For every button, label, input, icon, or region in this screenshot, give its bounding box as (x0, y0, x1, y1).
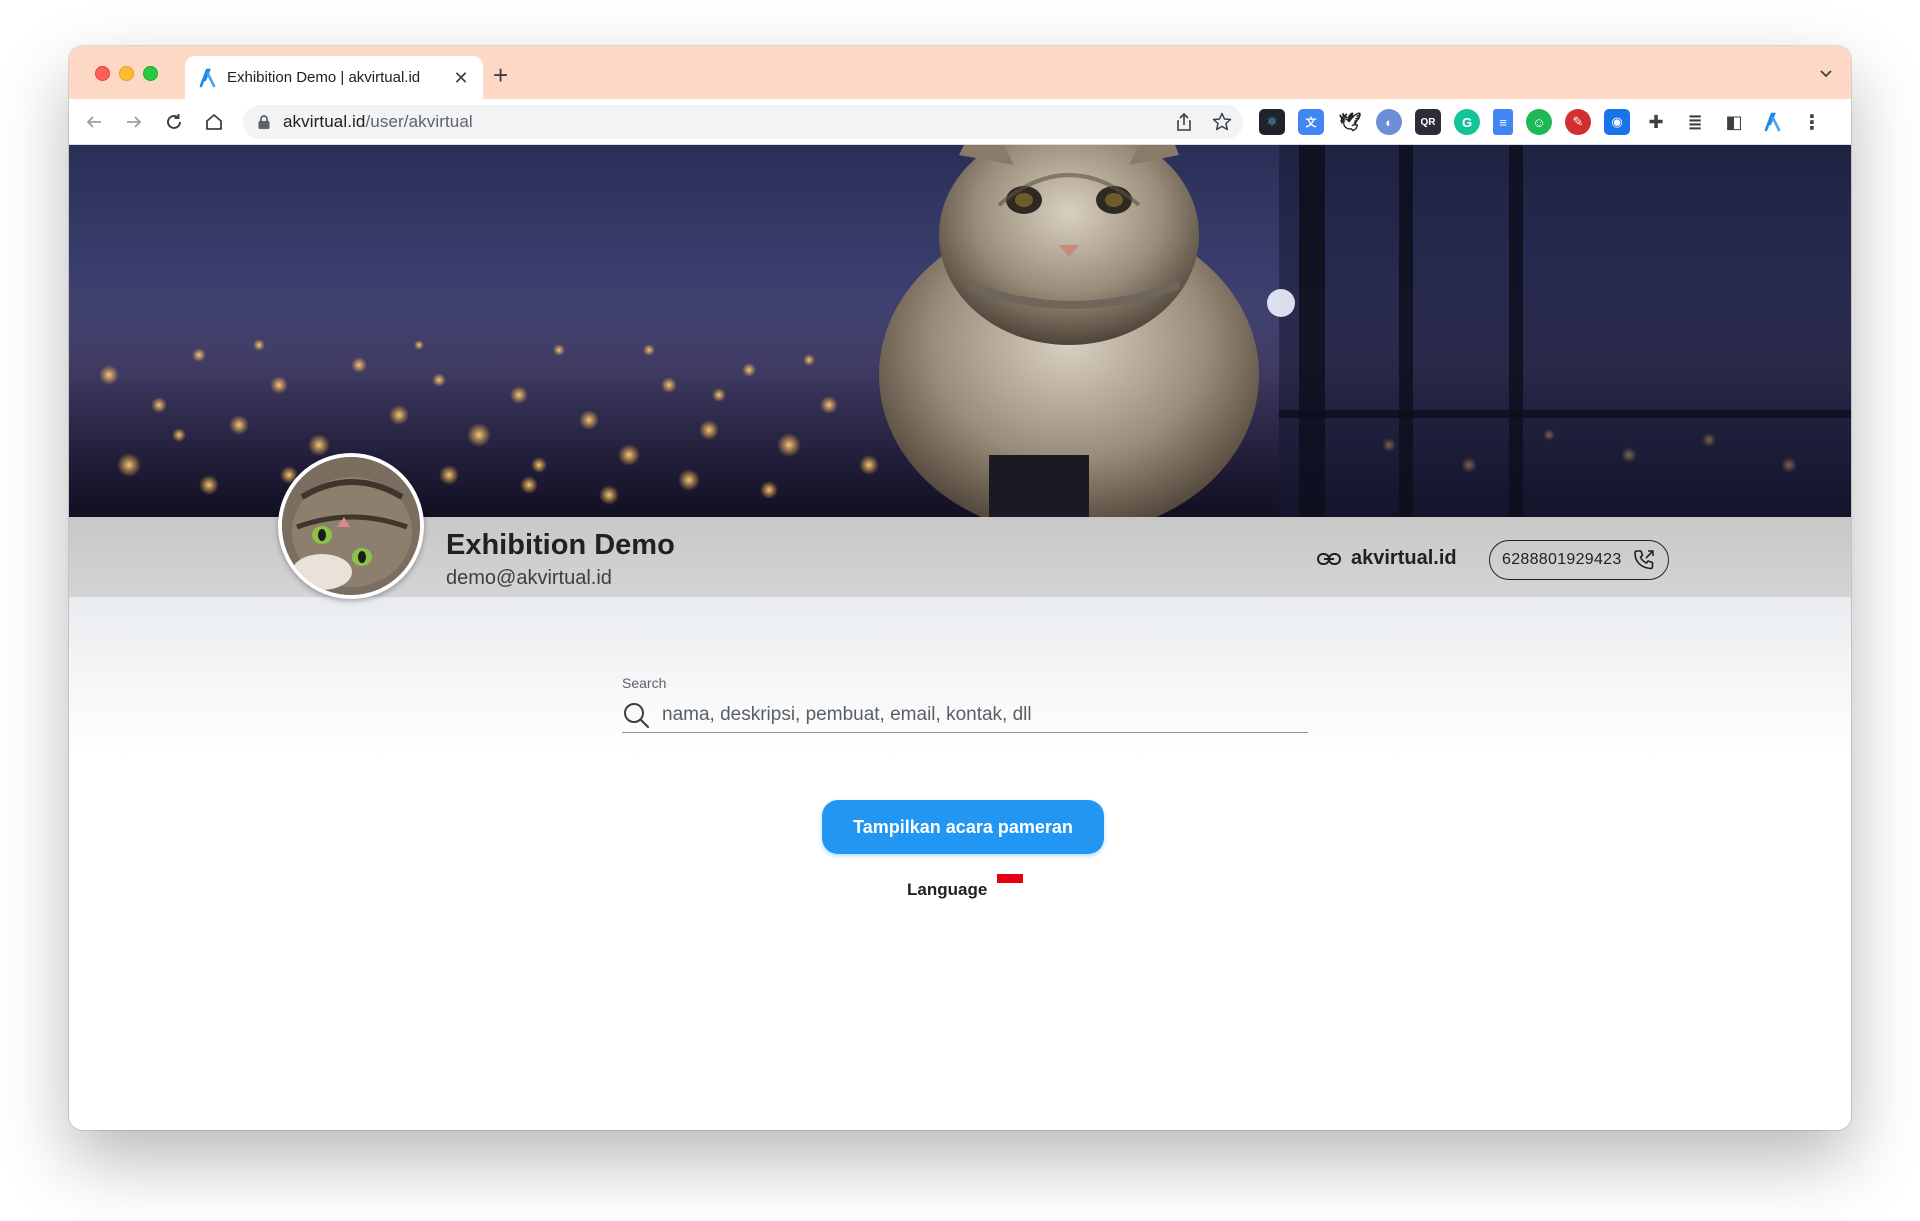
akvirtual-favicon-icon (199, 68, 216, 87)
website-link[interactable]: akvirtual.id (1317, 547, 1457, 570)
tab-search-chevron-icon[interactable] (1819, 66, 1833, 80)
extensions-bar: ⚛ 文 🕊 ◐ QR G ≡ ☺ ✎ ◉ ✚ ≣ ◧ ⋮ (1259, 109, 1825, 135)
avatar (278, 453, 424, 599)
reload-icon[interactable] (161, 109, 187, 135)
language-selector[interactable]: Language (907, 868, 1024, 900)
phone-text: 6288801929423 (1502, 551, 1622, 568)
maximize-window-button[interactable] (143, 66, 158, 81)
sidebar-icon[interactable]: ◧ (1721, 109, 1747, 135)
indonesia-flag-icon[interactable] (997, 874, 1024, 892)
search-label: Search (622, 675, 667, 691)
lock-icon (258, 115, 270, 129)
browser-window: Exhibition Demo | akvirtual.id ✕ + akvir… (69, 46, 1851, 1130)
tab-strip: Exhibition Demo | akvirtual.id ✕ + (69, 46, 1851, 99)
camera-icon[interactable]: ◉ (1604, 109, 1630, 135)
website-text: akvirtual.id (1351, 547, 1457, 569)
minimize-window-button[interactable] (119, 66, 134, 81)
search-field (622, 697, 1308, 733)
tab-title: Exhibition Demo | akvirtual.id (227, 69, 421, 86)
grammarly-icon[interactable]: G (1454, 109, 1480, 135)
new-tab-button[interactable]: + (493, 62, 508, 88)
close-window-button[interactable] (95, 66, 110, 81)
url-text: akvirtual.id/user/akvirtual (283, 112, 473, 132)
share-icon[interactable] (1173, 111, 1195, 133)
page-content: Exhibition Demo demo@akvirtual.id akvirt… (69, 145, 1851, 1130)
link-icon (1317, 552, 1341, 565)
qr-code-icon[interactable]: QR (1415, 109, 1441, 135)
content-background (69, 597, 1851, 757)
more-icon[interactable]: ⋮ (1799, 109, 1825, 135)
address-bar[interactable]: akvirtual.id/user/akvirtual (243, 105, 1243, 139)
forward-icon[interactable] (121, 109, 147, 135)
akvirtual-icon[interactable] (1760, 109, 1786, 135)
back-icon[interactable] (81, 109, 107, 135)
home-icon[interactable] (201, 109, 227, 135)
browser-tab[interactable]: Exhibition Demo | akvirtual.id ✕ (185, 56, 483, 99)
docs-icon[interactable]: ≡ (1493, 109, 1513, 135)
phone-call-icon (1633, 550, 1654, 570)
show-events-button[interactable]: Tampilkan acara pameran (822, 800, 1104, 854)
profile-name: Exhibition Demo (446, 529, 675, 561)
tab-close-icon[interactable]: ✕ (451, 68, 471, 88)
react-devtools-icon[interactable]: ⚛ (1259, 109, 1285, 135)
language-label: Language (907, 880, 988, 899)
puzzle-icon[interactable]: ✚ (1643, 109, 1669, 135)
search-icon (624, 702, 650, 728)
bird-icon[interactable]: 🕊 (1337, 109, 1363, 135)
translate-icon[interactable]: 文 (1298, 109, 1324, 135)
phone-button[interactable]: 6288801929423 (1489, 540, 1669, 580)
red-ext-icon[interactable]: ✎ (1565, 109, 1591, 135)
green-circle-icon[interactable]: ☺ (1526, 109, 1552, 135)
profile-email: demo@akvirtual.id (446, 567, 612, 589)
ext-circle-icon[interactable]: ◐ (1376, 109, 1402, 135)
browser-toolbar: akvirtual.id/user/akvirtual ⚛ 文 🕊 ◐ QR G… (69, 99, 1851, 145)
avatar-cat-image (282, 457, 420, 595)
search-input[interactable] (662, 703, 1308, 726)
url-host: akvirtual.id (283, 112, 366, 131)
reading-list-icon[interactable]: ≣ (1682, 109, 1708, 135)
url-path: /user/akvirtual (365, 112, 473, 131)
bookmark-star-icon[interactable] (1211, 111, 1233, 133)
